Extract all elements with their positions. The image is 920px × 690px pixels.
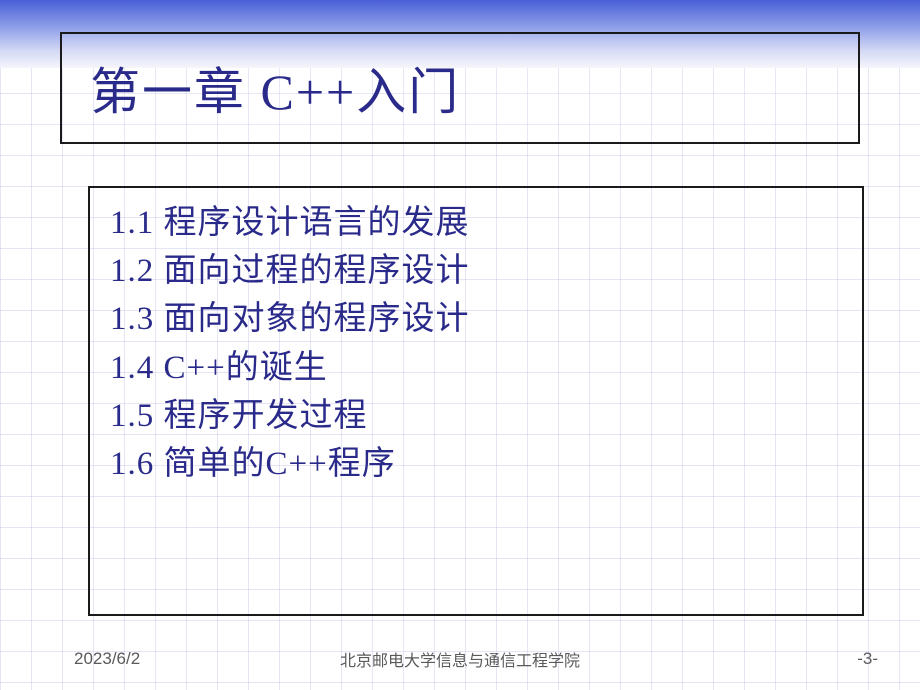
footer-organization: 北京邮电大学信息与通信工程学院 xyxy=(340,647,580,671)
footer-date: 2023/6/2 xyxy=(74,649,140,669)
title-container: 第一章 C++入门 xyxy=(60,32,860,144)
chapter-title: 第一章 C++入门 xyxy=(90,52,460,124)
footer-page-number: -3- xyxy=(857,649,878,669)
toc-item: 1.5 程序开发过程 xyxy=(110,393,842,439)
toc-item: 1.4 C++的诞生 xyxy=(110,345,842,391)
toc-item: 1.1 程序设计语言的发展 xyxy=(110,200,842,246)
content-container: 1.1 程序设计语言的发展 1.2 面向过程的程序设计 1.3 面向对象的程序设… xyxy=(88,186,864,616)
slide-footer: 2023/6/2 北京邮电大学信息与通信工程学院 -3- xyxy=(0,644,920,674)
toc-item: 1.2 面向过程的程序设计 xyxy=(110,248,842,294)
toc-item: 1.6 简单的C++程序 xyxy=(110,441,842,487)
presentation-slide: 第一章 C++入门 1.1 程序设计语言的发展 1.2 面向过程的程序设计 1.… xyxy=(0,0,920,690)
toc-item: 1.3 面向对象的程序设计 xyxy=(110,296,842,342)
